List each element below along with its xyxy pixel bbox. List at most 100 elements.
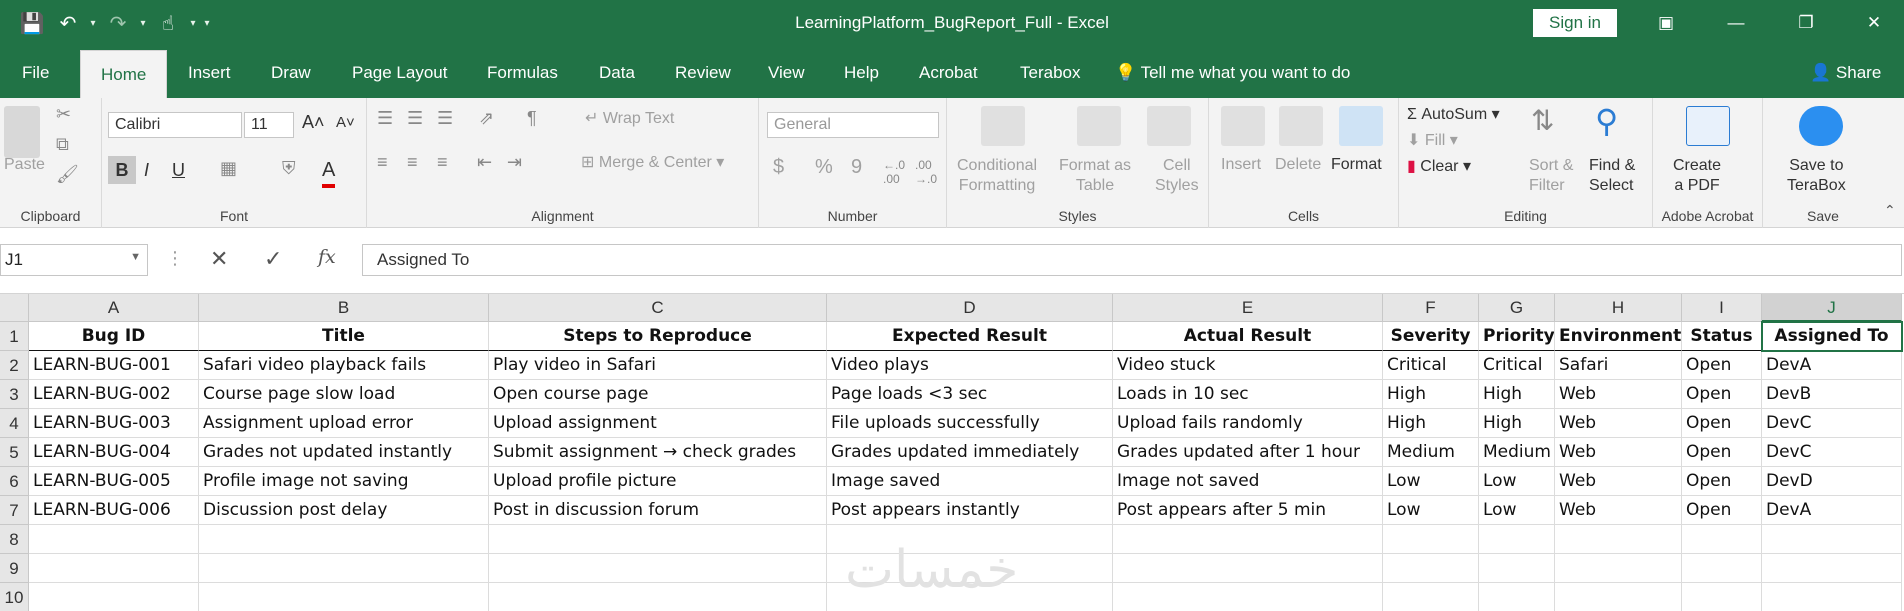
row-header-10[interactable]: 10 — [0, 583, 29, 611]
cell-a1[interactable]: Bug ID — [29, 322, 199, 351]
cell-e9[interactable] — [1113, 554, 1383, 583]
column-header-i[interactable]: I — [1682, 294, 1762, 322]
cell-j3[interactable]: DevB — [1762, 380, 1902, 409]
cell-j7[interactable]: DevA — [1762, 496, 1902, 525]
tab-review[interactable]: Review — [673, 46, 733, 98]
column-header-a[interactable]: A — [29, 294, 199, 322]
cell-b9[interactable] — [199, 554, 489, 583]
cell-e3[interactable]: Loads in 10 sec — [1113, 380, 1383, 409]
cell-i1[interactable]: Status — [1682, 322, 1762, 351]
row-header-6[interactable]: 6 — [0, 467, 29, 496]
cell-c2[interactable]: Play video in Safari — [489, 351, 827, 380]
cell-b8[interactable] — [199, 525, 489, 554]
ribbon-display-icon[interactable]: ▣ — [1636, 0, 1696, 46]
cell-j9[interactable] — [1762, 554, 1902, 583]
find-select-icon[interactable]: ⚲ — [1595, 102, 1618, 140]
touch-dropdown-icon[interactable]: ▾ — [186, 0, 200, 46]
font-color-icon[interactable]: A — [322, 156, 336, 188]
cell-b3[interactable]: Course page slow load — [199, 380, 489, 409]
column-header-c[interactable]: C — [489, 294, 827, 322]
cell-f10[interactable] — [1383, 583, 1479, 611]
cancel-entry-icon[interactable]: ✕ — [210, 246, 228, 272]
merge-center-button[interactable]: ⊞ Merge & Center ▾ — [581, 152, 724, 172]
align-center-icon[interactable]: ≡ — [407, 152, 418, 173]
sort-filter-button[interactable]: Sort & Filter — [1529, 156, 1573, 196]
cell-j10[interactable] — [1762, 583, 1902, 611]
decrease-decimal-icon[interactable]: .00 →.0 — [915, 158, 937, 186]
insert-cells-button[interactable]: Insert — [1221, 156, 1261, 174]
cell-g6[interactable]: Low — [1479, 467, 1555, 496]
cell-f3[interactable]: High — [1383, 380, 1479, 409]
cell-a4[interactable]: LEARN-BUG-003 — [29, 409, 199, 438]
copy-icon[interactable]: ⧉ — [56, 134, 69, 155]
cell-i2[interactable]: Open — [1682, 351, 1762, 380]
cell-i8[interactable] — [1682, 525, 1762, 554]
cell-a5[interactable]: LEARN-BUG-004 — [29, 438, 199, 467]
enter-entry-icon[interactable]: ✓ — [264, 246, 282, 272]
cell-f4[interactable]: High — [1383, 409, 1479, 438]
tab-file[interactable]: File — [20, 46, 51, 98]
touch-mode-icon[interactable]: ☝ — [150, 0, 186, 46]
share-button[interactable]: 👤 Share — [1810, 46, 1881, 98]
cell-d3[interactable]: Page loads <3 sec — [827, 380, 1113, 409]
grow-font-icon[interactable]: A˄ — [302, 112, 325, 133]
cell-f8[interactable] — [1383, 525, 1479, 554]
save-icon[interactable]: 💾 — [14, 0, 50, 46]
save-terabox-button[interactable]: Save to TeraBox — [1787, 156, 1846, 196]
cell-e2[interactable]: Video stuck — [1113, 351, 1383, 380]
cell-g8[interactable] — [1479, 525, 1555, 554]
sort-filter-icon[interactable]: ⇅ — [1531, 104, 1554, 137]
tab-acrobat[interactable]: Acrobat — [917, 46, 980, 98]
tab-terabox[interactable]: Terabox — [1018, 46, 1082, 98]
format-as-table-icon[interactable] — [1077, 106, 1121, 146]
cell-c10[interactable] — [489, 583, 827, 611]
undo-dropdown-icon[interactable]: ▾ — [86, 0, 100, 46]
column-header-b[interactable]: B — [199, 294, 489, 322]
column-header-f[interactable]: F — [1383, 294, 1479, 322]
underline-button[interactable]: U — [172, 156, 185, 184]
restore-icon[interactable]: ❐ — [1776, 0, 1836, 46]
cell-a8[interactable] — [29, 525, 199, 554]
font-name-select[interactable]: Calibri — [108, 112, 242, 138]
cell-d1[interactable]: Expected Result — [827, 322, 1113, 351]
cell-d5[interactable]: Grades updated immediately — [827, 438, 1113, 467]
tell-me-search[interactable]: 💡 Tell me what you want to do — [1115, 46, 1350, 98]
cell-d8[interactable] — [827, 525, 1113, 554]
cell-i7[interactable]: Open — [1682, 496, 1762, 525]
select-all-corner[interactable] — [0, 294, 29, 322]
paste-icon[interactable] — [4, 106, 40, 158]
cell-f9[interactable] — [1383, 554, 1479, 583]
formula-input[interactable]: Assigned To — [362, 244, 1902, 276]
cell-g7[interactable]: Low — [1479, 496, 1555, 525]
cell-f5[interactable]: Medium — [1383, 438, 1479, 467]
row-header-8[interactable]: 8 — [0, 525, 29, 554]
cell-h8[interactable] — [1555, 525, 1682, 554]
cell-g5[interactable]: Medium — [1479, 438, 1555, 467]
cell-b4[interactable]: Assignment upload error — [199, 409, 489, 438]
italic-button[interactable]: I — [144, 156, 149, 184]
cell-a7[interactable]: LEARN-BUG-006 — [29, 496, 199, 525]
cell-e6[interactable]: Image not saved — [1113, 467, 1383, 496]
cell-g9[interactable] — [1479, 554, 1555, 583]
cell-f2[interactable]: Critical — [1383, 351, 1479, 380]
borders-icon[interactable]: ▦ — [220, 158, 237, 179]
row-header-7[interactable]: 7 — [0, 496, 29, 525]
shrink-font-icon[interactable]: A˅ — [336, 114, 355, 131]
sign-in-button[interactable]: Sign in — [1533, 9, 1617, 37]
cell-j5[interactable]: DevC — [1762, 438, 1902, 467]
format-painter-icon[interactable]: 🖌 — [56, 164, 79, 185]
column-header-d[interactable]: D — [827, 294, 1113, 322]
cell-b7[interactable]: Discussion post delay — [199, 496, 489, 525]
cell-c9[interactable] — [489, 554, 827, 583]
close-icon[interactable]: ✕ — [1844, 0, 1904, 46]
tab-home[interactable]: Home — [80, 50, 168, 98]
cell-c7[interactable]: Post in discussion forum — [489, 496, 827, 525]
row-header-2[interactable]: 2 — [0, 351, 29, 380]
currency-button[interactable]: $ — [773, 156, 784, 179]
cut-icon[interactable]: ✂ — [56, 104, 71, 125]
cell-b6[interactable]: Profile image not saving — [199, 467, 489, 496]
cell-e4[interactable]: Upload fails randomly — [1113, 409, 1383, 438]
cell-h7[interactable]: Web — [1555, 496, 1682, 525]
cell-f6[interactable]: Low — [1383, 467, 1479, 496]
conditional-formatting-icon[interactable] — [981, 106, 1025, 146]
